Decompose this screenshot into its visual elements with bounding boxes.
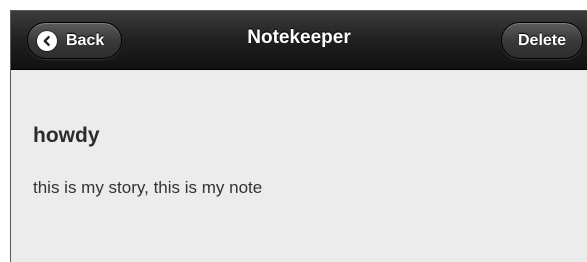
app-window: Back Notekeeper Delete howdy this is my … [10, 10, 587, 262]
note-title: howdy [33, 124, 100, 147]
delete-button-label: Delete [517, 31, 567, 49]
note-content: howdy this is my story, this is my note [11, 71, 587, 262]
note-body: this is my story, this is my note [33, 178, 263, 197]
header-bar: Back Notekeeper Delete [11, 11, 587, 70]
delete-button[interactable]: Delete [501, 22, 583, 59]
